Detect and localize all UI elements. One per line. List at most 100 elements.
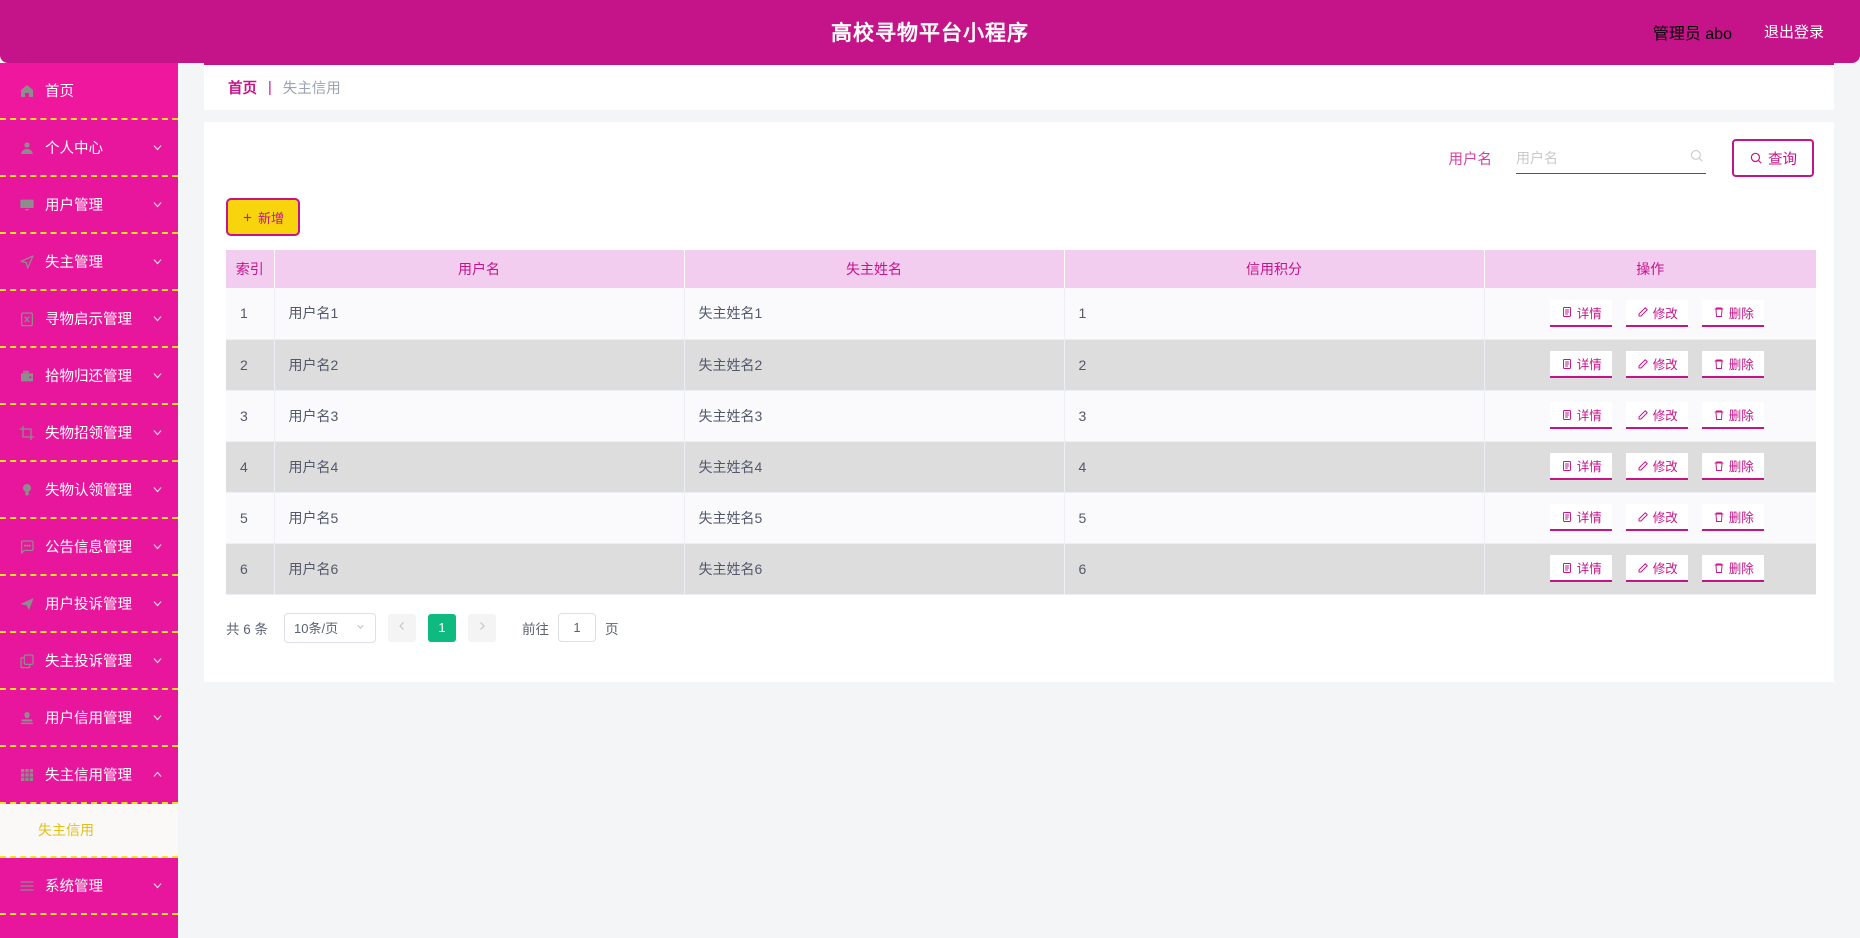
bulb-icon bbox=[18, 481, 35, 498]
sidebar-item-9[interactable]: 用户投诉管理 bbox=[0, 576, 178, 633]
sidebar-item-11[interactable]: 用户信用管理 bbox=[0, 690, 178, 747]
cell-credit-score: 1 bbox=[1064, 288, 1485, 340]
table-header-row: 索引 用户名 失主姓名 信用积分 操作 bbox=[226, 250, 1816, 288]
pencil-icon bbox=[1637, 409, 1649, 421]
sidebar-item-label: 用户投诉管理 bbox=[45, 597, 132, 613]
breadcrumb: 首页 | 失主信用 bbox=[204, 63, 1834, 110]
delete-button[interactable]: 删除 bbox=[1702, 453, 1765, 480]
detail-button[interactable]: 详情 bbox=[1550, 453, 1613, 480]
detail-button[interactable]: 详情 bbox=[1550, 402, 1613, 429]
sidebar-nav[interactable]: 首页 个人中心 用户管理失主管理寻物启示管理 拾物归还管理 失物招领管理 失物认领管理 公告… bbox=[0, 63, 178, 938]
sidebar-item-system-0[interactable]: 系统管理 bbox=[0, 858, 178, 915]
copy-icon bbox=[18, 652, 35, 669]
cell-owner-name: 失主姓名3 bbox=[684, 390, 1065, 442]
sidebar-item-8[interactable]: 公告信息管理 bbox=[0, 519, 178, 576]
sidebar-item-12[interactable]: 失主信用管理 bbox=[0, 747, 178, 804]
delete-button-label: 删除 bbox=[1728, 306, 1754, 321]
chevron-down-icon bbox=[151, 198, 164, 211]
pencil-icon bbox=[1637, 562, 1649, 574]
query-button-label: 查询 bbox=[1768, 151, 1797, 168]
sidebar-item-5[interactable]: 拾物归还管理 bbox=[0, 348, 178, 405]
chevron-down-icon bbox=[151, 654, 164, 667]
delete-button[interactable]: 删除 bbox=[1702, 299, 1765, 327]
edit-button[interactable]: 修改 bbox=[1626, 351, 1689, 378]
cell-index: 3 bbox=[226, 390, 275, 442]
chevron-down-icon bbox=[151, 879, 164, 892]
sidebar-item-4[interactable]: 寻物启示管理 bbox=[0, 291, 178, 348]
send-icon bbox=[18, 595, 35, 612]
sidebar-item-3[interactable]: 失主管理 bbox=[0, 234, 178, 291]
list-icon bbox=[18, 877, 35, 894]
pagination-jump-input[interactable] bbox=[558, 613, 597, 642]
sidebar-item-7[interactable]: 失物认领管理 bbox=[0, 462, 178, 519]
detail-button[interactable]: 详情 bbox=[1550, 504, 1613, 531]
pencil-icon bbox=[1637, 511, 1649, 523]
delete-button[interactable]: 删除 bbox=[1702, 504, 1765, 531]
breadcrumb-home[interactable]: 首页 bbox=[228, 77, 257, 98]
edit-button[interactable]: 修改 bbox=[1626, 504, 1689, 531]
chevron-down-icon bbox=[151, 540, 164, 553]
breadcrumb-separator: | bbox=[268, 79, 272, 96]
cell-operations: 详情 修改 删除 bbox=[1484, 390, 1816, 442]
detail-button[interactable]: 详情 bbox=[1550, 299, 1613, 327]
cell-credit-score: 6 bbox=[1064, 543, 1485, 595]
sidebar-item-1[interactable]: 个人中心 bbox=[0, 120, 178, 177]
logout-button[interactable]: 退出登录 bbox=[1764, 21, 1824, 42]
query-button[interactable]: 查询 bbox=[1732, 139, 1814, 177]
search-field-wrapper[interactable] bbox=[1516, 142, 1706, 174]
edit-button[interactable]: 修改 bbox=[1626, 453, 1689, 480]
pagination-jump-suffix: 页 bbox=[605, 621, 619, 637]
document-icon bbox=[1561, 562, 1573, 574]
edit-button[interactable]: 修改 bbox=[1626, 299, 1689, 327]
pagination-next-button[interactable] bbox=[468, 613, 497, 642]
cell-credit-score: 5 bbox=[1064, 492, 1485, 544]
delete-button[interactable]: 删除 bbox=[1702, 351, 1765, 378]
edit-button[interactable]: 修改 bbox=[1626, 555, 1689, 582]
delete-button[interactable]: 删除 bbox=[1702, 555, 1765, 582]
search-bar: 用户名 查询 bbox=[204, 122, 1834, 194]
delete-button[interactable]: 删除 bbox=[1702, 402, 1765, 429]
chat-icon bbox=[18, 538, 35, 555]
sidebar-subitem-shizhuxinyong[interactable]: 失主信用 bbox=[0, 804, 178, 858]
page-size-select[interactable]: 10条/页 bbox=[284, 612, 377, 643]
table-body: 1 用户名1 失主姓名1 1 详情 修改 删除 2 用户名2 失主姓名2 2 详… bbox=[226, 288, 1817, 595]
edit-button-label: 修改 bbox=[1652, 306, 1678, 321]
wallet-icon bbox=[18, 367, 35, 384]
pagination-prev-button[interactable] bbox=[388, 613, 417, 642]
sidebar-item-label: 失主管理 bbox=[45, 255, 103, 271]
sidebar-item-6[interactable]: 失物招领管理 bbox=[0, 405, 178, 462]
chevron-down-icon bbox=[151, 597, 164, 610]
crop-icon bbox=[18, 424, 35, 441]
cell-index: 5 bbox=[226, 492, 275, 544]
chevron-right-icon bbox=[476, 620, 488, 635]
document-icon bbox=[1561, 409, 1573, 421]
add-button[interactable]: 新增 bbox=[226, 198, 300, 236]
delete-button-label: 删除 bbox=[1728, 460, 1754, 474]
sidebar-item-10[interactable]: 失主投诉管理 bbox=[0, 633, 178, 690]
cell-index: 1 bbox=[226, 288, 275, 340]
row-action-group: 详情 修改 删除 bbox=[1499, 453, 1817, 480]
detail-button-label: 详情 bbox=[1576, 562, 1602, 576]
search-input[interactable] bbox=[1516, 149, 1676, 166]
grid-icon bbox=[18, 766, 35, 783]
row-action-group: 详情 修改 删除 bbox=[1499, 504, 1817, 531]
sidebar-item-0[interactable]: 首页 bbox=[0, 63, 178, 120]
user-icon bbox=[18, 139, 35, 156]
detail-button-label: 详情 bbox=[1576, 409, 1602, 423]
cell-credit-score: 3 bbox=[1064, 390, 1485, 442]
main-content: 首页 | 失主信用 用户名 查询 bbox=[178, 63, 1860, 938]
detail-button[interactable]: 详情 bbox=[1550, 555, 1613, 582]
pagination-page-1[interactable]: 1 bbox=[428, 613, 457, 642]
edit-button[interactable]: 修改 bbox=[1626, 402, 1689, 429]
stamp-icon bbox=[18, 709, 35, 726]
detail-button[interactable]: 详情 bbox=[1550, 351, 1613, 378]
table-row: 6 用户名6 失主姓名6 6 详情 修改 删除 bbox=[226, 543, 1816, 595]
app-title: 高校寻物平台小程序 bbox=[831, 21, 1029, 45]
cell-owner-name: 失主姓名5 bbox=[684, 492, 1065, 544]
sidebar-item-2[interactable]: 用户管理 bbox=[0, 177, 178, 234]
cell-credit-score: 2 bbox=[1064, 339, 1485, 391]
current-user-label: 管理员 abo bbox=[1652, 25, 1732, 43]
chevron-left-icon bbox=[396, 620, 408, 635]
table-row: 4 用户名4 失主姓名4 4 详情 修改 删除 bbox=[226, 441, 1817, 493]
cell-credit-score: 4 bbox=[1064, 441, 1485, 493]
